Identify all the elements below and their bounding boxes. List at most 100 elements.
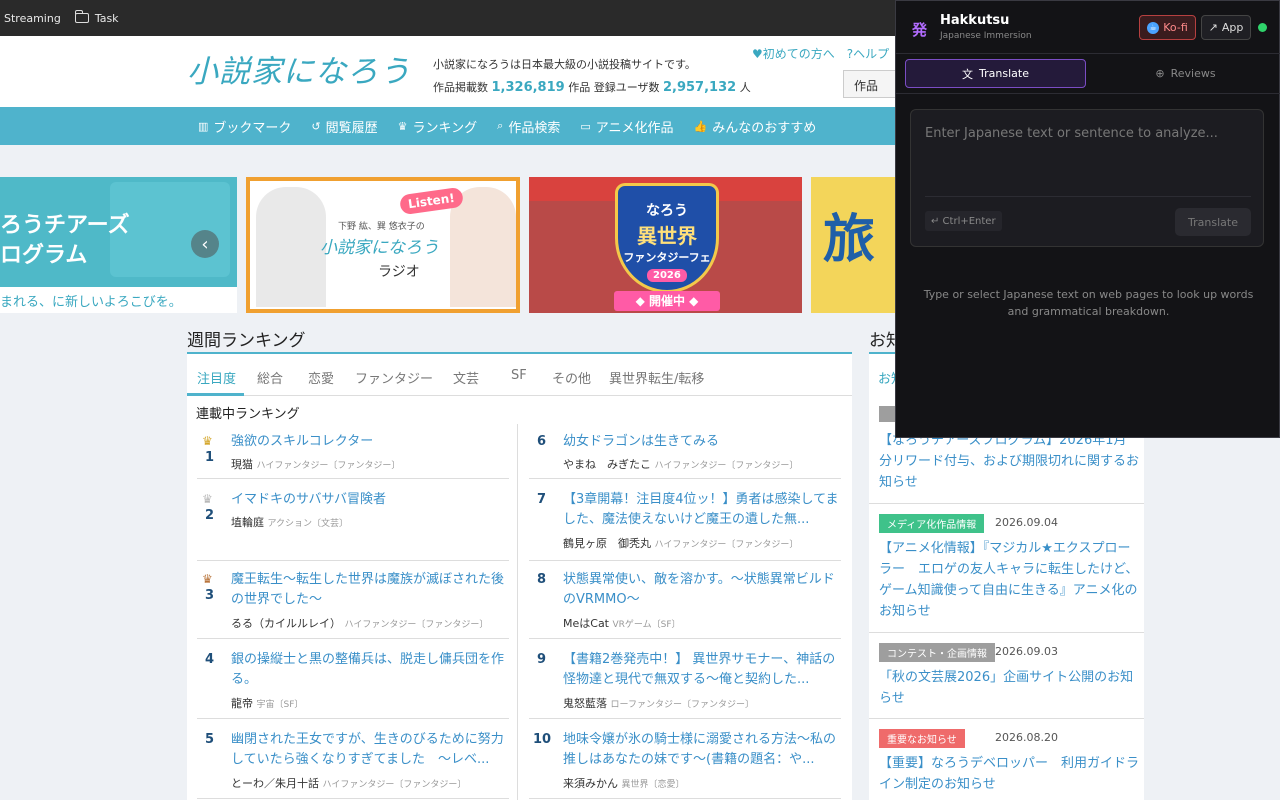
nav-anime[interactable]: ▭ アニメ化作品 — [580, 117, 673, 136]
nav-search[interactable]: ⌕ 作品検索 — [497, 117, 560, 136]
ranking-title: 週間ランキング — [187, 331, 306, 351]
first-time-link[interactable]: ♥初めての方へ — [752, 45, 835, 62]
ranking-subtitle: 連載中ランキング — [196, 407, 300, 422]
tab-sf[interactable]: SF — [511, 368, 527, 383]
ranking-title-link[interactable]: 銀の操縦士と黒の整備兵は、脱走し傭兵団を作る。 — [231, 650, 509, 690]
banner-fantasy-fes[interactable]: なろう 異世界 ファンタジーフェス! 2026 ◆ 開催中 ◆ — [529, 177, 802, 313]
banner-text: ろうチアーズ — [0, 213, 130, 238]
kofi-button[interactable]: ☕ Ko-fi — [1139, 15, 1196, 40]
tab-overall[interactable]: 総合 — [257, 368, 283, 387]
works-count-label: 作品掲載数 — [433, 81, 488, 94]
author[interactable]: 鶴見ヶ原 御秃丸 — [563, 537, 651, 550]
tab-isekai[interactable]: 異世界転生/転移 — [609, 368, 704, 387]
banner-radio[interactable]: Listen! 下野 紘、巽 悠衣子の 小説家になろう ラジオ — [246, 177, 520, 313]
ranking-title-link[interactable]: 地味令嬢が氷の騎士様に溺愛される方法〜私の推しはあなたの妹です〜(書籍の題名：や… — [563, 730, 841, 770]
news-item[interactable]: コンテスト・企画情報 2026.09.03 「秋の文芸展2026」企画サイト公開… — [869, 633, 1144, 719]
author[interactable]: 龍帝 — [231, 697, 253, 710]
ranking-title-link[interactable]: 幼女ドラゴンは生きてみる — [563, 432, 841, 452]
app-button[interactable]: ↗ App — [1201, 15, 1251, 40]
news-link[interactable]: 【なろうチアーズプログラム】2026年1月分リワード付与、および期限切れに関する… — [879, 430, 1139, 493]
ranking-meta: とーわ／朱月十話 ハイファンタジー〔ファンタジー〕 — [231, 775, 466, 791]
news-item[interactable]: メディア化作品情報 2026.09.04 【アニメ化情報】『マジカル★エクスプロ… — [869, 504, 1144, 633]
ranking-title-link[interactable]: 【3章開幕！注目度4位ッ！】勇者は感染してました、魔法使えないけど魔王の遺した無… — [563, 490, 841, 530]
author[interactable]: やまね みぎたこ — [563, 458, 651, 471]
search-category-select[interactable]: 作品 — [843, 70, 903, 98]
author[interactable]: るる（カイルルレイ） — [231, 617, 341, 630]
japanese-text-input[interactable]: Enter Japanese text or sentence to analy… — [910, 109, 1264, 247]
search-icon: ⌕ — [497, 119, 504, 132]
works-count: 1,326,819 — [491, 80, 565, 95]
rank-number: 9 — [537, 652, 547, 667]
ranking-title-link[interactable]: 状態異常使い、敵を溶かす。〜状態異常ビルドのVRMMO〜 — [563, 570, 841, 610]
author[interactable]: 鬼怒藍落 — [563, 697, 607, 710]
folder-icon — [74, 10, 89, 23]
tab-other[interactable]: その他 — [552, 368, 591, 387]
banner-text: まれる、に新しいよろこびを。 — [0, 287, 237, 313]
row-separator — [529, 718, 841, 719]
rank-number: 7 — [537, 492, 547, 507]
tab-romance[interactable]: 恋愛 — [308, 368, 334, 387]
crown-gold-icon: ♛ — [202, 434, 213, 448]
banner-text: 異世界 — [637, 224, 697, 248]
input-placeholder: Enter Japanese text or sentence to analy… — [925, 126, 1218, 141]
news-link[interactable]: 【アニメ化情報】『マジカル★エクスプローラー エロゲの友人キャラに転生したけど、… — [879, 538, 1139, 622]
users-count-unit: 人 — [739, 81, 751, 94]
genre[interactable]: ハイファンタジー〔ファンタジー〕 — [655, 461, 799, 471]
genre[interactable]: 異世界〔恋愛〕 — [622, 780, 685, 790]
site-logo[interactable]: 小説家になろう — [187, 46, 411, 91]
news-link[interactable]: 「秋の文芸展2026」企画サイト公開のお知らせ — [879, 667, 1139, 709]
banner-text: 旅 — [823, 210, 876, 270]
genre[interactable]: ハイファンタジー〔ファンタジー〕 — [345, 620, 489, 630]
news-item[interactable]: 重要なお知らせ 2026.08.20 【重要】なろうデベロッパー 利用ガイドライ… — [869, 719, 1144, 800]
tab-translate[interactable]: 文 Translate — [905, 59, 1086, 88]
author[interactable]: とーわ／朱月十話 — [231, 777, 319, 790]
nav-history[interactable]: ↺ 閲覧履歴 — [311, 117, 377, 136]
genre[interactable]: VRゲーム〔SF〕 — [613, 620, 681, 630]
first-time-label: 初めての方へ — [762, 47, 835, 61]
carousel-prev-button[interactable]: ‹ — [191, 230, 219, 258]
ranking-meta: 鶴見ヶ原 御秃丸 ハイファンタジー〔ファンタジー〕 — [563, 535, 798, 551]
tab-attention[interactable]: 注目度 — [197, 368, 236, 387]
genre[interactable]: アクション〔文芸〕 — [268, 519, 349, 529]
site-counts: 作品掲載数 1,326,819 作品 登録ユーザ数 2,957,132 人 — [433, 79, 751, 95]
ranking-title-link[interactable]: 魔王転生〜転生した世界は魔族が滅ぼされた後の世界でした〜 — [231, 570, 509, 610]
nav-label: 閲覧履歴 — [325, 120, 378, 136]
bookmark-folder-task[interactable]: Task — [74, 10, 119, 25]
genre[interactable]: ハイファンタジー〔ファンタジー〕 — [257, 461, 401, 471]
author[interactable]: MeはCat — [563, 617, 609, 630]
tab-reviews[interactable]: ⊕ Reviews — [1095, 59, 1276, 88]
tab-fantasy[interactable]: ファンタジー — [355, 368, 433, 387]
column-divider — [517, 424, 518, 800]
news-badge: コンテスト・企画情報 — [879, 643, 995, 662]
nav-label: みんなのおすすめ — [712, 120, 817, 136]
ranking-title-link[interactable]: イマドキのサバサバ冒険者 — [231, 490, 509, 510]
author[interactable]: 来須みかん — [563, 777, 618, 790]
banner-text: 下野 紘、巽 悠衣子の — [338, 222, 425, 232]
ranking-title-link[interactable]: 【書籍2巻発売中！】 異世界サモナー、神話の怪物達と現代で無双する〜俺と契約した… — [563, 650, 841, 690]
header-links: ♥初めての方へ ?ヘルプ — [752, 45, 889, 62]
nav-recommend[interactable]: 👍 みんなのおすすめ — [694, 117, 817, 136]
author[interactable]: 現猫 — [231, 458, 253, 471]
ranking-meta: るる（カイルルレイ） ハイファンタジー〔ファンタジー〕 — [231, 615, 488, 631]
genre[interactable]: ローファンタジー〔ファンタジー〕 — [611, 700, 754, 710]
ranking-title-link[interactable]: 幽閉された王女ですが、生きのびるために努力していたら強くなりすぎてました 〜レベ… — [231, 730, 509, 770]
translate-button[interactable]: Translate — [1175, 208, 1251, 236]
news-link[interactable]: 【重要】なろうデベロッパー 利用ガイドライン制定のお知らせ — [879, 753, 1139, 795]
tab-literature[interactable]: 文芸 — [453, 368, 479, 387]
author[interactable]: 埴輪庭 — [231, 516, 264, 529]
ranking-title-link[interactable]: 強欲のスキルコレクター — [231, 432, 509, 452]
ranking-tabs: 注目度 総合 恋愛 ファンタジー 文芸 SF その他 異世界転生/転移 — [187, 354, 852, 396]
banner-travel[interactable]: 旅 — [811, 177, 895, 313]
history-icon: ↺ — [311, 119, 321, 133]
ranking-meta: 現猫 ハイファンタジー〔ファンタジー〕 — [231, 456, 400, 472]
nav-ranking[interactable]: ♛ ランキング — [398, 117, 478, 136]
extension-header: 発 Hakkutsu Japanese Immersion ☕ Ko-fi ↗ … — [896, 1, 1280, 54]
genre[interactable]: ハイファンタジー〔ファンタジー〕 — [655, 540, 799, 550]
nav-bookmark[interactable]: ▥ ブックマーク — [198, 117, 291, 136]
bookmark-streaming[interactable]: Streaming — [4, 12, 61, 25]
help-link[interactable]: ?ヘルプ — [847, 45, 889, 62]
tv-icon: ▭ — [580, 119, 591, 133]
shield-icon: ♥ — [752, 47, 763, 61]
genre[interactable]: ハイファンタジー〔ファンタジー〕 — [323, 780, 467, 790]
genre[interactable]: 宇宙〔SF〕 — [257, 700, 304, 710]
